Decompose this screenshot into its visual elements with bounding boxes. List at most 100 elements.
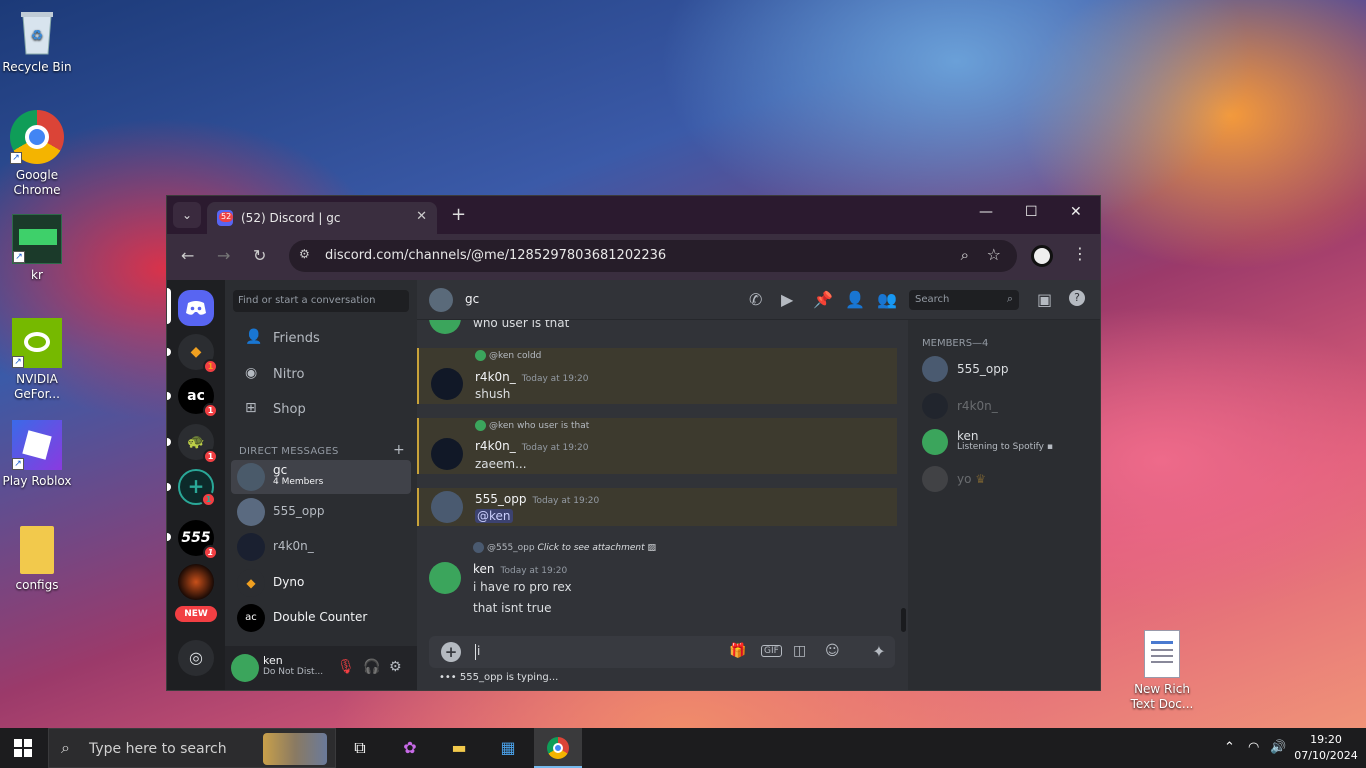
discord-logo-icon <box>186 301 206 315</box>
taskbar-chrome-button[interactable] <box>534 728 582 768</box>
show-hidden-icons[interactable]: ⌃ <box>1224 740 1235 755</box>
chat-scrollbar[interactable] <box>901 608 906 632</box>
reply-preview[interactable]: @555_opp Click to see attachment ▨ <box>473 542 656 553</box>
message-author[interactable]: r4k0n_ Today at 19:20 <box>475 439 589 453</box>
emoji-icon[interactable]: ☺ <box>825 643 840 659</box>
server-turtle[interactable]: 🐢 1 <box>178 424 218 464</box>
members-header: MEMBERS—4 <box>922 338 989 349</box>
profile-avatar[interactable] <box>1031 245 1053 267</box>
copilot-icon[interactable]: ✿ <box>394 734 426 762</box>
forward-button[interactable]: → <box>217 246 230 265</box>
sticker-icon[interactable]: ◫ <box>793 643 806 659</box>
message-input[interactable]: i <box>475 644 480 660</box>
search-highlight-image <box>263 733 327 765</box>
dm-item-double-counter[interactable]: ac Double Counter <box>231 601 411 635</box>
dm-item-r4k0n[interactable]: r4k0n_ <box>231 530 411 564</box>
browser-menu-icon[interactable]: ⋮ <box>1072 244 1088 263</box>
tab-discord[interactable]: 52 (52) Discord | gc ✕ <box>207 202 437 234</box>
apps-icon[interactable]: ✦ <box>865 636 893 668</box>
message-author[interactable]: 555_opp Today at 19:20 <box>475 492 599 506</box>
desktop-icon-chrome[interactable]: ↗ Google Chrome <box>0 110 74 198</box>
back-button[interactable]: ← <box>181 246 194 265</box>
dm-item-gc[interactable]: gc 4 Members <box>231 460 411 494</box>
dm-item-dyno[interactable]: ◆ Dyno <box>231 566 411 600</box>
member-item[interactable]: 555_opp <box>922 354 1092 388</box>
add-friends-icon[interactable]: 👤 <box>845 290 865 309</box>
search-icon: ⌕ <box>1006 292 1013 305</box>
inbox-icon[interactable]: ▣ <box>1037 290 1052 309</box>
message-composer[interactable]: + i 🎁 GIF ◫ ☺ <box>429 636 895 668</box>
server-dyno[interactable]: ◆ 1 <box>178 334 218 374</box>
user-avatar[interactable] <box>231 654 259 682</box>
close-window-button[interactable]: ✕ <box>1070 204 1082 220</box>
site-info-icon[interactable]: ⚙ <box>299 247 317 265</box>
bookmark-star-icon[interactable]: ☆ <box>987 245 1001 264</box>
mute-mic-icon[interactable]: 🎙 <box>337 659 355 675</box>
find-conversation-input[interactable]: Find or start a conversation <box>233 290 409 312</box>
gif-icon[interactable]: GIF <box>761 645 782 657</box>
volume-icon[interactable]: 🔊 <box>1270 740 1286 755</box>
file-explorer-icon[interactable]: ▬ <box>443 734 475 762</box>
nitro-nav-item[interactable]: ◉ Nitro <box>233 358 409 390</box>
desktop-icon-configs[interactable]: configs <box>0 526 74 593</box>
friends-nav-item[interactable]: 👤 Friends <box>233 322 409 354</box>
member-list-icon[interactable]: 👥 <box>877 290 897 309</box>
author-name: ken <box>473 562 495 576</box>
task-view-icon[interactable]: ⧉ <box>344 734 376 762</box>
search-input[interactable]: Search ⌕ <box>909 290 1019 310</box>
desktop-icon-nvidia[interactable]: ↗ NVIDIA GeFor... <box>0 318 74 402</box>
server-trading[interactable] <box>178 564 214 600</box>
gift-icon[interactable]: 🎁 <box>729 643 746 659</box>
desktop-icon-kr[interactable]: ↗ kr <box>0 214 74 283</box>
reply-preview[interactable]: @ken who user is that <box>475 420 589 431</box>
server-plus[interactable]: + 1 <box>178 469 216 507</box>
message-author[interactable]: ken Today at 19:20 <box>473 562 567 576</box>
search-icon: ⌕ <box>61 738 70 757</box>
shop-nav-item[interactable]: ⊞ Shop <box>233 393 409 425</box>
tab-close-icon[interactable]: ✕ <box>416 209 427 224</box>
message-author[interactable]: r4k0n_ Today at 19:20 <box>475 370 589 384</box>
headphones-icon[interactable]: 🎧 <box>363 659 380 675</box>
reply-preview[interactable]: @ken coldd <box>475 350 541 361</box>
video-call-icon[interactable]: ▶ <box>781 290 793 309</box>
nav-label: Friends <box>273 331 320 346</box>
minimize-button[interactable]: — <box>979 204 993 220</box>
favicon-badge: 52 <box>219 212 234 222</box>
system-clock[interactable]: 19:20 07/10/2024 <box>1294 732 1358 764</box>
network-icon[interactable]: ◠ <box>1248 740 1259 755</box>
tab-strip: ⌄ 52 (52) Discord | gc ✕ + — ☐ ✕ <box>167 196 1100 234</box>
new-tab-button[interactable]: + <box>451 204 466 225</box>
member-item[interactable]: ken Listening to Spotify ▪ <box>922 427 1092 461</box>
dm-item-555-opp[interactable]: 555_opp <box>231 495 411 529</box>
zoom-icon[interactable]: ⌕ <box>961 246 969 264</box>
upload-plus-icon[interactable]: + <box>441 642 461 662</box>
user-avatar <box>237 498 265 526</box>
activity-icon: ▪ <box>1046 442 1053 452</box>
windows-start-icon[interactable] <box>14 739 32 757</box>
pinned-messages-icon[interactable]: 📌 <box>813 290 833 309</box>
settings-gear-icon[interactable]: ⚙ <box>389 659 402 675</box>
reply-user: @555_opp <box>487 543 535 553</box>
reload-button[interactable]: ↻ <box>253 246 266 265</box>
server-double-counter[interactable]: ac 1 <box>178 378 218 418</box>
member-item[interactable]: r4k0n_ <box>922 391 1092 425</box>
help-icon[interactable]: ? <box>1069 290 1085 306</box>
chrome-icon <box>547 737 569 759</box>
server-555[interactable]: 555 1 <box>178 520 218 560</box>
tab-search-button[interactable]: ⌄ <box>173 202 201 228</box>
user-mention[interactable]: @ken <box>475 509 513 523</box>
microsoft-store-icon[interactable]: ▦ <box>492 734 524 762</box>
folder-icon <box>20 526 54 574</box>
desktop-icon-recycle-bin[interactable]: ♻ Recycle Bin <box>0 8 74 75</box>
desktop-icon-rtf[interactable]: New Rich Text Doc... <box>1124 630 1200 712</box>
voice-call-icon[interactable]: ✆ <box>749 290 762 309</box>
maximize-button[interactable]: ☐ <box>1025 204 1038 220</box>
address-bar[interactable]: ⚙ discord.com/channels/@me/1285297803681… <box>289 240 1017 272</box>
user-avatar <box>922 466 948 492</box>
desktop-icon-roblox[interactable]: ↗ Play Roblox <box>0 420 74 489</box>
create-dm-icon[interactable]: + <box>393 442 405 458</box>
taskbar-search-box[interactable]: ⌕ Type here to search <box>48 728 336 768</box>
member-item[interactable]: yo ♛ <box>922 464 1092 498</box>
explore-servers-button[interactable]: ◎ <box>178 640 214 676</box>
discord-home-button[interactable] <box>178 290 214 326</box>
